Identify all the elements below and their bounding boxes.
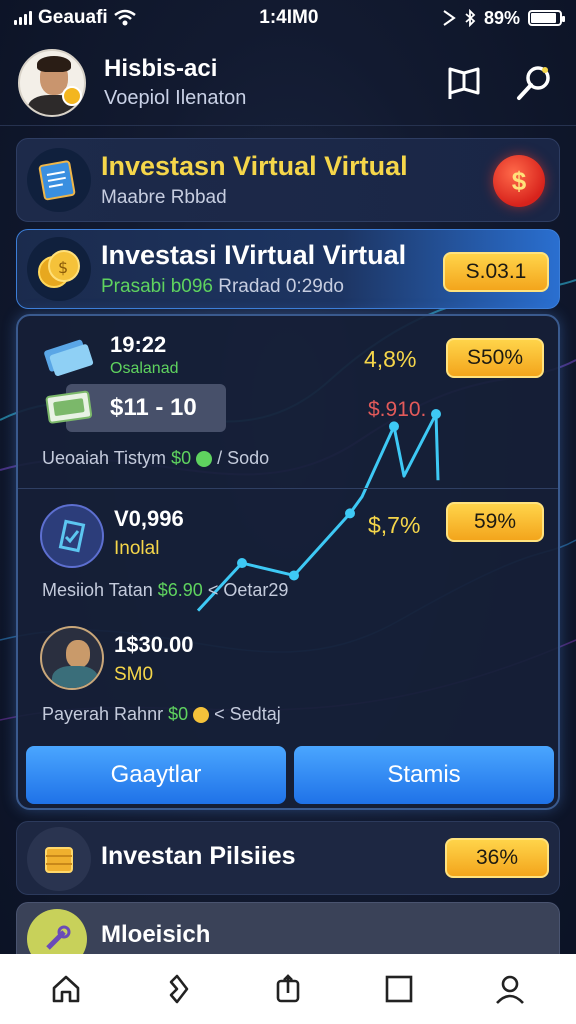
row-2-footer-label: Mesiioh Tatan bbox=[42, 580, 153, 600]
search-icon[interactable] bbox=[510, 59, 558, 107]
investment-card-3[interactable]: Investan Pilsiies 36% bbox=[16, 821, 560, 895]
carrier-name: Geauafi bbox=[38, 7, 108, 28]
card-2-title: Investasi IVirtual Virtual bbox=[101, 240, 407, 270]
user-name: Hisbis-aci bbox=[104, 55, 218, 82]
divider bbox=[18, 488, 558, 489]
wallet-icon bbox=[40, 504, 104, 568]
user-info: Hisbis-aci Voepiol Ilenaton bbox=[104, 55, 418, 110]
trend-point bbox=[389, 421, 399, 432]
signal-icon bbox=[14, 11, 32, 25]
gold-stack-icon bbox=[27, 827, 91, 891]
card-2-subtitle: Prasabi b096 Rradad 0:29do bbox=[101, 276, 344, 298]
nfc-icon bbox=[443, 10, 456, 26]
row-1-footer: Ueoaiah Tistym $0 / Sodo bbox=[42, 448, 269, 469]
share-icon[interactable] bbox=[260, 961, 316, 1017]
investment-card-1[interactable]: Investasn Virtual Virtual Maabre Rbbad $ bbox=[16, 138, 560, 222]
row-1-percent: 4,8% bbox=[364, 346, 417, 372]
card-2-sub-gray: Rradad 0:29do bbox=[218, 276, 344, 297]
card-2-sub-green: Prasabi b096 bbox=[101, 276, 213, 297]
verified-badge-icon bbox=[62, 86, 82, 106]
row-1-footer-tail: / Sodo bbox=[217, 448, 270, 468]
cash-stack-icon bbox=[44, 339, 94, 376]
portfolio-panel: 19:22 Osalanad 4,8% S50% $11 - 10 $.910.… bbox=[16, 314, 560, 810]
row-2-footer-tail: < Oetar29 bbox=[207, 580, 289, 600]
tag-icon[interactable] bbox=[149, 961, 205, 1017]
card-4-title: Mloeisich bbox=[101, 921, 211, 948]
bluetooth-icon bbox=[465, 9, 476, 27]
row-1-label: Osalanad bbox=[110, 360, 179, 377]
investor-avatar bbox=[40, 626, 104, 690]
card-3-value-pill[interactable]: 36% bbox=[445, 838, 549, 878]
row-3-value: 1$30.00 bbox=[114, 632, 194, 657]
row-1-time: 19:22 bbox=[110, 332, 167, 357]
row-2-pill[interactable]: 59% bbox=[446, 502, 544, 542]
row-3-footer-label: Payerah Rahnr bbox=[42, 704, 164, 724]
status-right: 89% bbox=[442, 7, 565, 29]
row-1-footer-label: Ueoaiah Tistym bbox=[42, 448, 167, 468]
row-1-footer-amount: $0 bbox=[171, 448, 192, 468]
trend-point bbox=[289, 570, 299, 581]
gold-coin-icon bbox=[193, 707, 210, 724]
profile-icon[interactable] bbox=[482, 961, 538, 1017]
right-action-button[interactable]: Stamis bbox=[294, 746, 554, 804]
battery-icon bbox=[528, 10, 565, 26]
row-1-red-value: $.910. bbox=[368, 398, 427, 421]
card-3-title: Investan Pilsiies bbox=[101, 842, 296, 870]
investment-card-4[interactable]: Mloeisich bbox=[16, 902, 560, 969]
row-2-value: V0,996 bbox=[114, 506, 184, 531]
trend-point bbox=[431, 409, 441, 419]
row-3-footer: Payerah Rahnr $0 < Sedtaj bbox=[42, 704, 281, 725]
trend-point bbox=[237, 558, 247, 569]
card-2-value-pill[interactable]: S.03.1 bbox=[443, 252, 549, 292]
row-1-pill[interactable]: S50% bbox=[446, 338, 544, 378]
trend-point bbox=[345, 508, 355, 519]
bookmark-icon[interactable] bbox=[440, 59, 488, 107]
document-icon bbox=[27, 148, 91, 212]
row-3-label: SM0 bbox=[114, 664, 154, 685]
left-action-button[interactable]: Gaaytlar bbox=[26, 746, 286, 804]
card-1-subtitle: Maabre Rbbad bbox=[101, 187, 227, 208]
row-2-label: Inolal bbox=[114, 538, 160, 559]
home-icon[interactable] bbox=[38, 961, 94, 1017]
investment-card-2[interactable]: $ Investasi IVirtual Virtual Prasabi b09… bbox=[16, 229, 560, 309]
status-left: Geauafi bbox=[14, 7, 136, 29]
trend-points bbox=[237, 409, 441, 581]
money-bill-icon bbox=[45, 390, 93, 424]
square-icon[interactable] bbox=[371, 961, 427, 1017]
coins-icon: $ bbox=[27, 237, 91, 301]
row-2-footer-amount: $6.90 bbox=[157, 580, 203, 600]
dollar-coin-icon[interactable]: $ bbox=[493, 155, 545, 207]
wifi-icon bbox=[113, 9, 136, 26]
row-2-percent: $,7% bbox=[368, 512, 421, 538]
row-2-footer: Mesiioh Tatan $6.90 < Oetar29 bbox=[42, 580, 288, 601]
bottom-navigation bbox=[0, 954, 576, 1024]
svg-text:$: $ bbox=[58, 258, 68, 277]
battery-percent: 89% bbox=[483, 7, 520, 28]
app-header: Hisbis-aci Voepiol Ilenaton bbox=[0, 40, 576, 126]
status-time: 1:4ΙΜ0 bbox=[259, 7, 319, 28]
card-1-title: Investasn Virtual Virtual bbox=[101, 151, 408, 181]
status-bar: Geauafi 1:4ΙΜ0 89% bbox=[0, 0, 576, 36]
avatar[interactable] bbox=[18, 48, 86, 117]
coin-icon bbox=[196, 451, 213, 468]
user-subtitle: Voepiol Ilenaton bbox=[104, 87, 247, 109]
row-3-footer-amount: $0 bbox=[168, 704, 189, 724]
row-3-footer-tail: < Sedtaj bbox=[214, 704, 281, 724]
